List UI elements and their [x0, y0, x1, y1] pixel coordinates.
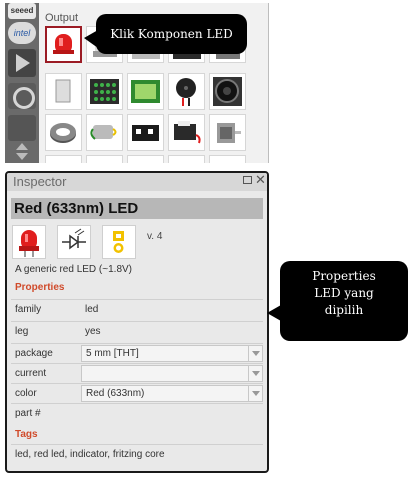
row4-part-icon [128, 161, 163, 163]
makey-bin-tab[interactable] [8, 83, 36, 109]
buzzer-round-icon [176, 78, 196, 106]
property-value: led [85, 304, 99, 315]
color-selected-value: Red (633nm) [86, 388, 145, 399]
property-key: current [15, 368, 47, 379]
inspector-title: Inspector [13, 174, 67, 189]
bin-category-rail: seeed intel [5, 3, 39, 163]
callout-line: Properties [312, 269, 376, 283]
callout-line: dipilih [324, 303, 364, 317]
stepper-motor-icon [217, 123, 241, 143]
inspector-header: Inspector ✕ [7, 173, 267, 191]
lcd-display-icon [131, 80, 160, 103]
red-led-icon [19, 230, 39, 257]
pcb-footprint-icon [113, 231, 124, 253]
dc-motor-icon [90, 125, 117, 140]
red-led-icon [53, 34, 74, 54]
float-panel-icon[interactable] [243, 176, 252, 184]
intel-bin-tab[interactable]: intel [8, 22, 36, 44]
tags-divider [11, 444, 263, 445]
part-version: v. 4 [147, 231, 163, 242]
callout-selected-properties: Properties LED yang dipilih [267, 261, 408, 341]
robot-bin-tab[interactable] [8, 115, 36, 141]
part-row4-5[interactable] [209, 155, 246, 163]
part-row4-3[interactable] [127, 155, 164, 163]
part-description: A generic red LED (~1.8V) [15, 264, 133, 275]
scroll-down-icon[interactable] [8, 153, 36, 161]
part-generic[interactable] [45, 73, 82, 110]
servo-icon [174, 121, 201, 144]
part-dc-motor[interactable] [86, 114, 123, 151]
property-row-family: family led [11, 299, 263, 319]
part-row4-1[interactable] [45, 155, 82, 163]
pcb-view-image[interactable] [102, 225, 136, 259]
output-bin-tab[interactable] [8, 49, 36, 77]
callout-click-led: Klik Komponen LED [84, 14, 247, 54]
led-schematic-icon [62, 228, 86, 250]
properties-heading: Properties [15, 282, 65, 293]
close-icon[interactable]: ✕ [255, 173, 266, 188]
part-led-strip[interactable] [127, 114, 164, 151]
part-speaker[interactable] [209, 73, 246, 110]
property-key: leg [15, 326, 29, 337]
property-row-color: color Red (633nm) [11, 383, 263, 403]
color-select[interactable]: Red (633nm) [81, 385, 263, 402]
part-row4-2[interactable] [86, 155, 123, 163]
property-key: package [15, 348, 53, 359]
breadboard-view-image[interactable] [12, 225, 46, 259]
property-key: family [15, 304, 42, 315]
scroll-up-icon[interactable] [8, 143, 36, 151]
callout-line: LED yang [314, 286, 374, 300]
chevron-down-icon[interactable] [248, 346, 262, 361]
current-select[interactable] [81, 365, 263, 382]
property-row-part-number: part # [11, 403, 263, 423]
part-servo[interactable] [168, 114, 205, 151]
chevron-down-icon[interactable] [248, 366, 262, 381]
bin-title: Output [45, 12, 79, 24]
schematic-view-image[interactable] [57, 225, 91, 259]
tags-text: led, red led, indicator, fritzing core [15, 449, 165, 460]
row4-part-icon [87, 161, 122, 163]
led-strip-icon [132, 125, 159, 141]
part-row4-4[interactable] [168, 155, 205, 163]
part-lcd-display[interactable] [127, 73, 164, 110]
speaker-icon [213, 77, 242, 106]
part-led-dot-matrix[interactable] [86, 73, 123, 110]
generic-part-icon [55, 79, 71, 103]
tags-heading: Tags [15, 429, 38, 440]
part-buzzer-round[interactable] [168, 73, 205, 110]
property-row-current: current [11, 363, 263, 383]
seeed-bin-tab[interactable]: seeed [8, 3, 36, 19]
part-stepper-motor[interactable] [209, 114, 246, 151]
chevron-down-icon[interactable] [248, 386, 262, 401]
property-row-package: package 5 mm [THT] [11, 343, 263, 363]
dot-matrix-icon [90, 79, 119, 104]
package-select[interactable]: 5 mm [THT] [81, 345, 263, 362]
package-selected-value: 5 mm [THT] [86, 348, 139, 359]
inspector-panel: Inspector ✕ Red (633nm) LED v. 4 A gener… [5, 171, 269, 473]
property-row-leg: leg yes [11, 321, 263, 341]
property-key: color [15, 388, 37, 399]
part-red-led[interactable] [45, 26, 82, 63]
part-title: Red (633nm) LED [11, 198, 263, 219]
property-key: part # [15, 408, 41, 419]
ring-icon [50, 123, 76, 143]
property-value: yes [85, 326, 101, 337]
part-ring[interactable] [45, 114, 82, 151]
